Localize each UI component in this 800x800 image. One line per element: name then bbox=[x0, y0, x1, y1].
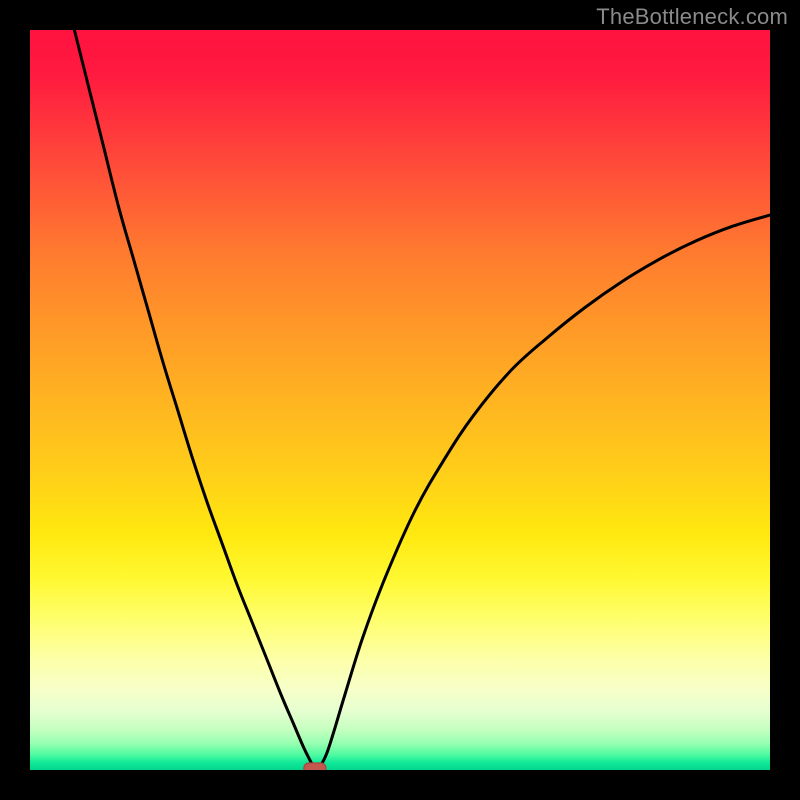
watermark-text: TheBottleneck.com bbox=[596, 4, 788, 30]
plot-area bbox=[30, 30, 770, 770]
chart-svg bbox=[30, 30, 770, 770]
minimum-marker bbox=[304, 763, 326, 770]
bottleneck-curve bbox=[74, 30, 770, 770]
outer-frame: TheBottleneck.com bbox=[0, 0, 800, 800]
